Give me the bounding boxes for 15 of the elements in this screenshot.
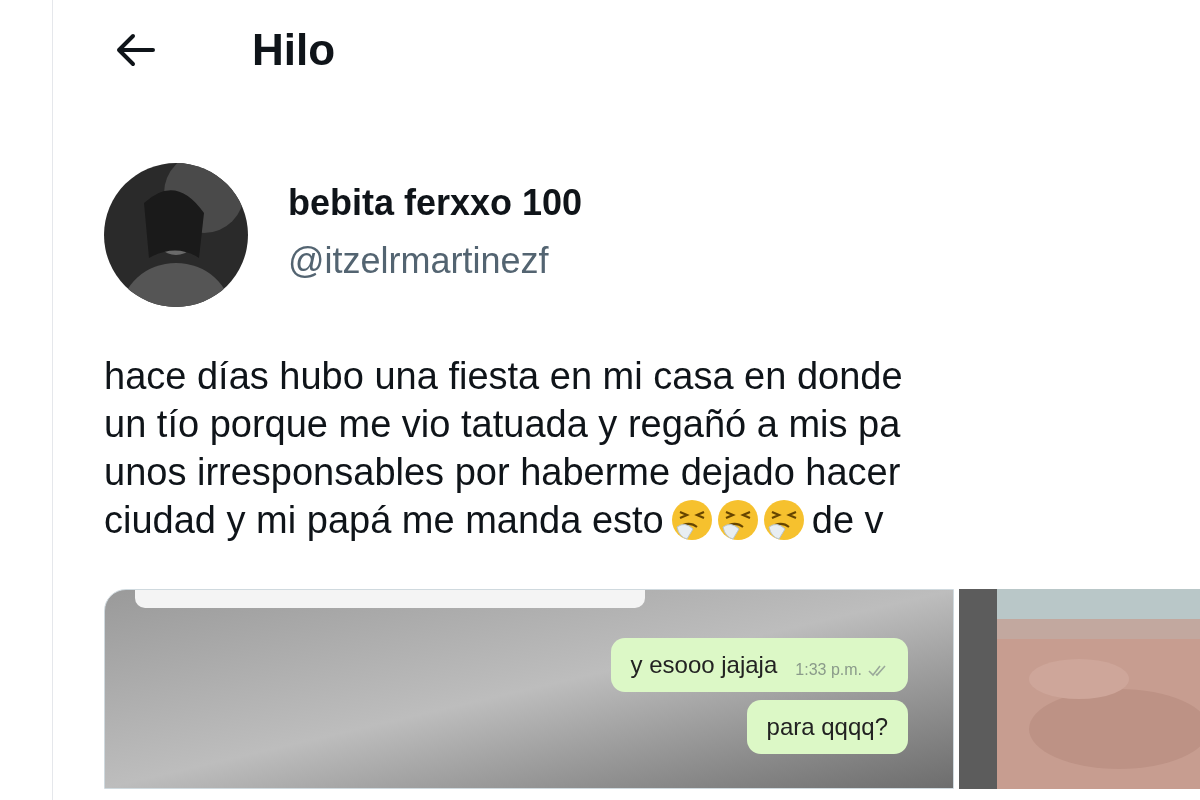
message-text: y esooo jajaja <box>630 650 778 680</box>
sneezing-face-icon <box>762 499 805 541</box>
sneezing-face-icon <box>716 499 759 541</box>
message-text: para qqqq? <box>766 712 888 742</box>
sneezing-face-icon <box>670 499 713 541</box>
tweet-text: un tío porque me vio tatuada y regañó a mis pa <box>104 402 901 447</box>
author-name[interactable]: bebita ferxxo 100 <box>288 181 583 225</box>
message-time: 1:33 p.m. <box>795 660 862 680</box>
double-check-icon <box>868 663 888 677</box>
author-handle[interactable]: @itzelrmartinezf <box>288 239 583 283</box>
page-title: Hilo <box>252 24 336 76</box>
tweet-text: de v <box>811 498 884 543</box>
tweet-text: ciudad y mi papá me manda esto <box>104 498 664 543</box>
tweet-text: unos irresponsables por haberme dejado hacer <box>104 450 901 495</box>
tweet-text: hace días hubo una fiesta en mi casa en donde <box>104 354 903 399</box>
